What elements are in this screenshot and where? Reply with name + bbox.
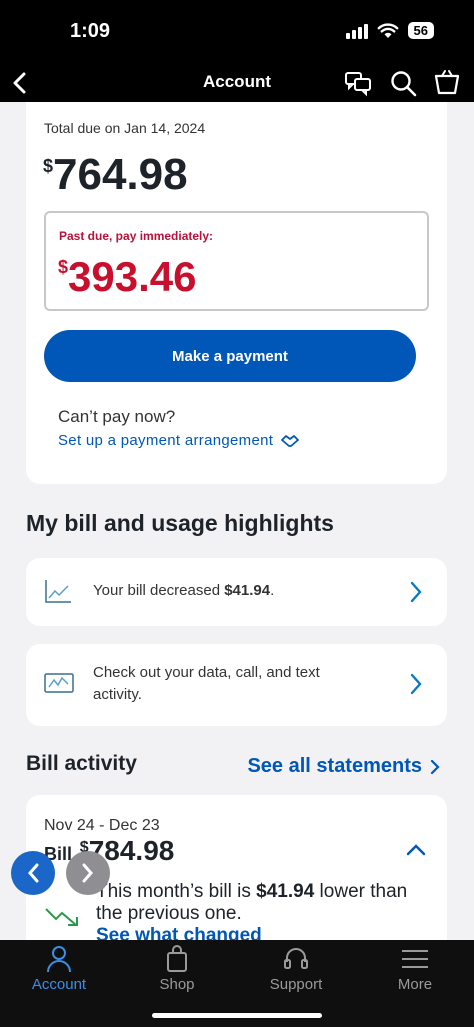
wifi-icon — [377, 22, 398, 38]
past-due-amount: $393.46 — [58, 253, 197, 300]
menu-icon — [402, 950, 428, 968]
cant-pay-text: Can’t pay now? — [58, 407, 176, 426]
total-due-label: Total due on Jan 14, 2024 — [44, 120, 206, 136]
bill-period: Nov 24 - Dec 23 — [44, 817, 160, 834]
carousel-next-button[interactable] — [66, 851, 110, 895]
usage-activity-card[interactable]: Check out your data, call, and text acti… — [26, 644, 447, 726]
total-due-amount: $764.98 — [43, 150, 188, 199]
shopping-bag-icon — [167, 945, 187, 972]
chevron-right-icon — [410, 673, 422, 695]
handshake-icon — [281, 434, 300, 447]
past-due-box: Past due, pay immediately: $393.46 — [44, 211, 429, 311]
chevron-right-icon — [430, 759, 440, 774]
search-icon[interactable] — [388, 68, 418, 98]
bill-decreased-text: Your bill decreased $41.94. — [93, 582, 275, 599]
trend-down-icon — [45, 908, 78, 926]
chevron-right-icon — [82, 863, 93, 883]
person-icon — [47, 946, 71, 973]
tab-shop[interactable]: Shop — [118, 940, 236, 1000]
headset-icon — [284, 948, 308, 969]
nav-bar: Account — [0, 62, 474, 102]
cart-icon[interactable] — [432, 68, 462, 98]
tab-account[interactable]: Account — [0, 940, 118, 1000]
chevron-right-icon — [410, 581, 422, 603]
make-payment-button[interactable]: Make a payment — [44, 330, 416, 382]
activity-monitor-icon — [44, 673, 74, 693]
tab-more-label: More — [397, 976, 433, 993]
cellular-signal-icon — [345, 23, 368, 39]
status-icons: 56 — [345, 22, 434, 39]
highlights-title: My bill and usage highlights — [26, 510, 334, 536]
home-indicator — [152, 1013, 322, 1018]
tab-support-label: Support — [269, 976, 323, 993]
see-all-statements-link[interactable]: See all statements — [247, 755, 440, 778]
see-all-statements-label[interactable]: See all statements — [247, 755, 422, 778]
trend-chart-icon — [45, 580, 71, 603]
payment-arrangement-link[interactable]: Set up a payment arrangement — [58, 432, 300, 449]
bill-change-description: This month’s bill is $41.94 lower than t… — [96, 881, 408, 924]
tab-shop-label: Shop — [159, 976, 195, 993]
bill-activity-title: Bill activity — [26, 752, 137, 775]
status-time: 1:09 — [70, 20, 111, 42]
chat-icon[interactable] — [343, 68, 373, 98]
carousel-prev-button[interactable] — [11, 851, 55, 895]
battery-indicator: 56 — [407, 22, 434, 39]
payment-arrangement-label[interactable]: Set up a payment arrangement — [58, 432, 273, 449]
tab-support[interactable]: Support — [237, 940, 355, 1000]
see-what-changed-link[interactable]: See what changed — [96, 925, 262, 940]
usage-activity-text: Check out your data, call, and text acti… — [93, 664, 320, 703]
status-bar: 1:09 56 — [0, 0, 474, 62]
tab-more[interactable]: More — [356, 940, 474, 1000]
bill-decreased-card[interactable]: Your bill decreased $41.94. — [26, 558, 447, 626]
bill-amount: Bill $784.98 — [44, 835, 175, 866]
chevron-up-icon[interactable] — [405, 843, 427, 857]
main-content[interactable]: Total due on Jan 14, 2024 $764.98 Past d… — [0, 102, 474, 940]
tab-account-label: Account — [31, 976, 87, 993]
chevron-left-icon — [28, 863, 39, 883]
past-due-label: Past due, pay immediately: — [59, 229, 214, 243]
